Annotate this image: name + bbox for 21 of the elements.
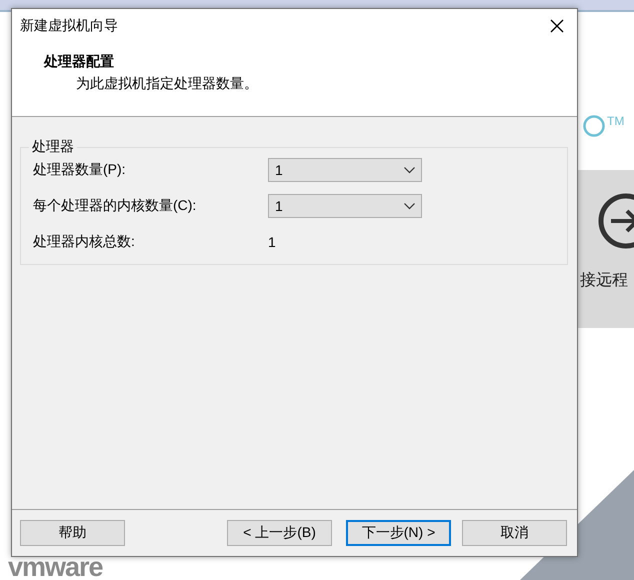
value-text: 1: [268, 233, 277, 252]
window-title: 新建虚拟机向导: [20, 17, 118, 35]
remote-label: 接远程: [580, 270, 628, 291]
circle-icon: [583, 114, 605, 138]
dropdown[interactable]: 1: [268, 158, 422, 182]
dialog-button[interactable]: 下一步(N) >: [346, 520, 451, 546]
field-label: 处理器内核总数:: [33, 233, 136, 251]
close-icon[interactable]: [550, 19, 564, 33]
field-label: 处理器数量(P):: [33, 161, 127, 179]
trademark-text: TM: [607, 114, 624, 128]
field-label: 每个处理器的内核数量(C):: [33, 197, 198, 215]
dialog-button[interactable]: 帮助: [20, 520, 125, 546]
dialog-button[interactable]: < 上一步(B): [227, 520, 332, 546]
logo-text: vmware: [8, 552, 103, 580]
chevron-down-icon: [404, 166, 415, 174]
group-legend: 处理器: [29, 138, 77, 156]
dropdown[interactable]: 1: [268, 194, 422, 218]
page-subtitle: 为此虚拟机指定处理器数量。: [75, 75, 259, 93]
chevron-down-icon: [404, 202, 415, 210]
dialog-button[interactable]: 取消: [462, 520, 567, 546]
page-title: 处理器配置: [44, 53, 115, 71]
